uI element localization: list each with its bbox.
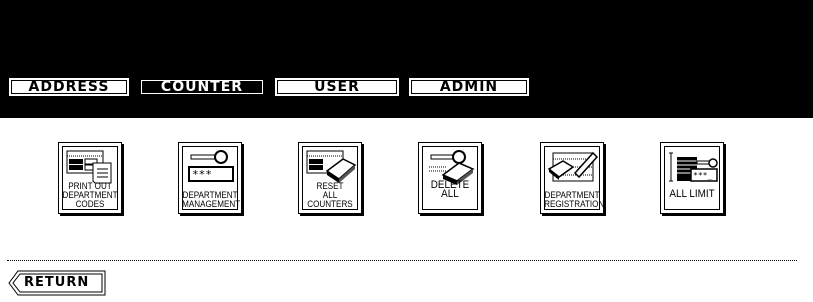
svg-text:***_: ***_ [693,171,712,180]
tab-counter[interactable]: COUNTER [138,77,266,97]
button-label: ALL LIMIT [669,188,715,200]
button-label: RESET ALL COUNTERS [307,181,353,209]
all-limit-icon: ***_ [669,152,718,182]
button-label: DELETE ALL [430,179,470,200]
print-codes-icon [66,150,112,184]
print-out-department-codes-button[interactable]: PRINT OUT DEPARTMENT CODES [58,142,122,214]
tab-bar: ADDRESS COUNTER USER ADMIN [0,77,813,99]
department-management-button[interactable]: ***_ DEPARTMENT MANAGEMENT [178,142,242,214]
reset-counters-icon [306,150,357,183]
delete-all-button[interactable]: DELETE ALL [418,142,482,214]
top-header-bar [0,0,813,118]
key-code-icon: ***_ [188,150,234,182]
button-label: PRINT OUT DEPARTMENT CODES [62,181,118,209]
all-limit-button[interactable]: ***_ ALL LIMIT [660,142,724,214]
return-label: RETURN [24,275,90,290]
svg-text:***_: ***_ [192,168,219,181]
department-registration-button[interactable]: DEPARTMENT REGISTRATION [540,142,604,214]
button-label: DEPARTMENT REGISTRATION [544,190,605,209]
tab-address[interactable]: ADDRESS [8,77,130,97]
tab-user[interactable]: USER [274,77,400,97]
divider [7,260,797,261]
tab-admin[interactable]: ADMIN [408,77,530,97]
reset-all-counters-button[interactable]: RESET ALL COUNTERS [298,142,362,214]
registration-icon [547,151,599,182]
return-button[interactable]: RETURN [8,270,106,296]
page-title: DEPT. MANAGEMENT [7,104,113,117]
button-label: DEPARTMENT MANAGEMENT [182,190,241,209]
tab-divider [0,98,813,100]
